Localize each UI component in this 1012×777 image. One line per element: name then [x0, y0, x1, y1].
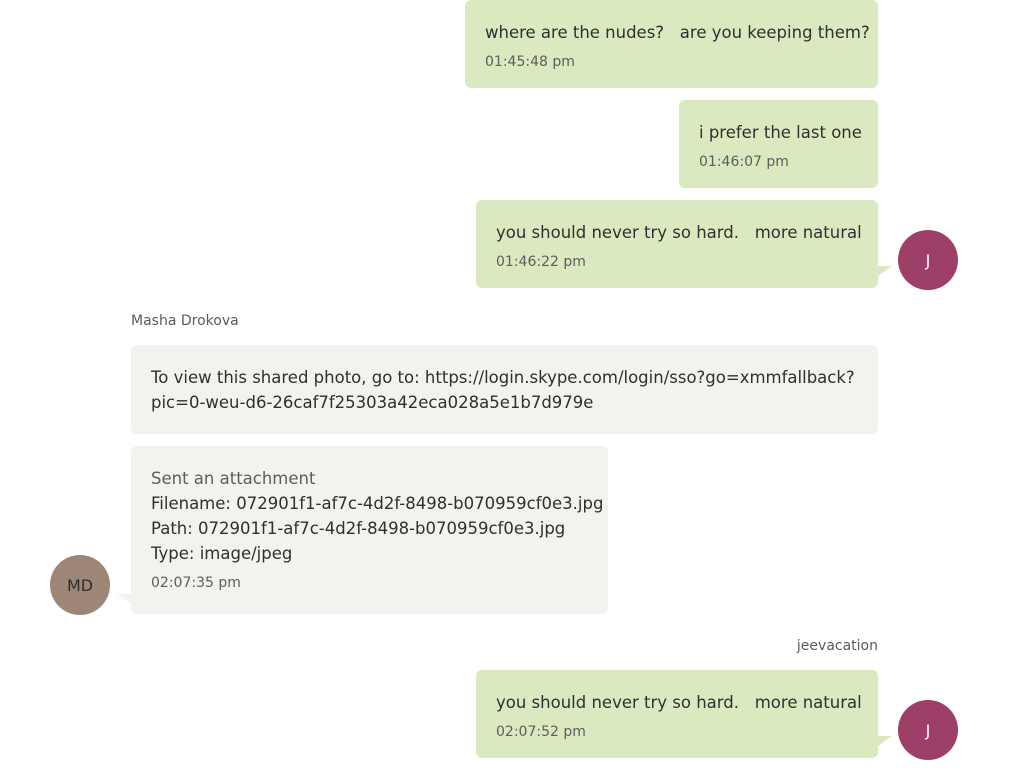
sender-name: Masha Drokova — [131, 313, 239, 329]
bubble-tail — [878, 266, 892, 276]
attachment-message[interactable]: Sent an attachment Filename: 072901f1-af… — [131, 446, 608, 614]
message-timestamp: 01:45:48 pm — [485, 54, 575, 70]
message-text: you should never try so hard. more natur… — [496, 693, 862, 712]
avatar-initials: MD — [66, 575, 94, 595]
attachment-path: Path: 072901f1-af7c-4d2f-8498-b070959cf0… — [151, 519, 566, 538]
message-timestamp: 01:46:22 pm — [496, 254, 586, 270]
message-text: i prefer the last one — [699, 123, 862, 142]
sender-name: jeevacation — [796, 638, 878, 654]
outgoing-message[interactable]: you should never try so hard. more natur… — [476, 670, 878, 758]
avatar[interactable]: J — [898, 230, 958, 290]
message-text: where are the nudes? are you keeping the… — [485, 23, 870, 42]
attachment-filename: Filename: 072901f1-af7c-4d2f-8498-b07095… — [151, 494, 604, 513]
message-text-line: pic=0-weu-d6-26caf7f25303a42eca028a5e1b7… — [151, 393, 594, 412]
message-timestamp: 02:07:35 pm — [151, 575, 241, 591]
avatar-initials: J — [925, 250, 931, 270]
attachment-title: Sent an attachment — [151, 469, 316, 488]
outgoing-message[interactable]: you should never try so hard. more natur… — [476, 200, 878, 288]
message-text-line: To view this shared photo, go to: https:… — [151, 368, 855, 387]
message-timestamp: 01:46:07 pm — [699, 154, 789, 170]
avatar[interactable]: J — [898, 700, 958, 760]
message-text: you should never try so hard. more natur… — [496, 223, 862, 242]
bubble-tail — [878, 736, 892, 746]
avatar[interactable]: MD — [50, 555, 110, 615]
outgoing-message[interactable]: where are the nudes? are you keeping the… — [465, 0, 878, 88]
avatar-initials: J — [925, 720, 931, 740]
incoming-message[interactable]: To view this shared photo, go to: https:… — [131, 345, 878, 434]
attachment-type: Type: image/jpeg — [151, 544, 293, 563]
message-timestamp: 02:07:52 pm — [496, 724, 586, 740]
bubble-tail — [117, 594, 131, 604]
outgoing-message[interactable]: i prefer the last one 01:46:07 pm — [679, 100, 878, 188]
